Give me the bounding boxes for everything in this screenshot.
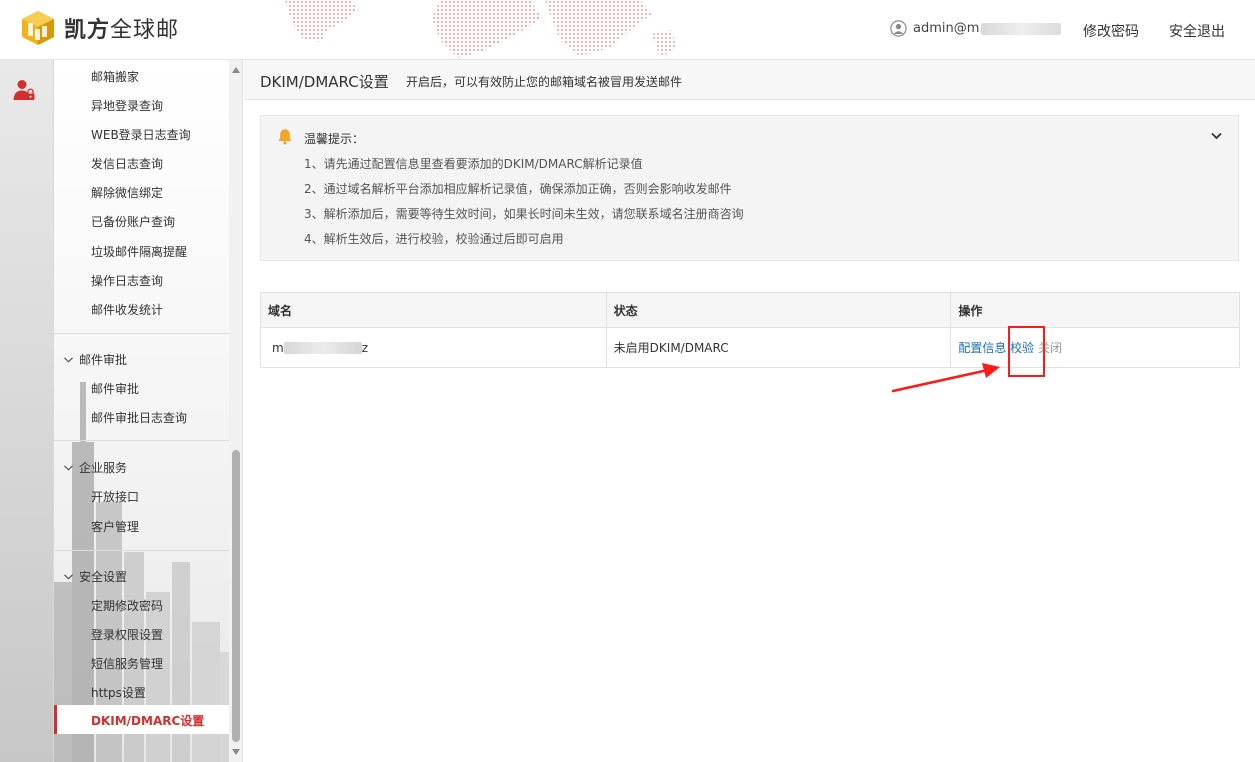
top-header: 凯方全球邮 admin@m 修改密码 安全退出 [0, 0, 1255, 60]
sidebar-item-spam-quarantine[interactable]: 垃圾邮件隔离提醒 [91, 243, 187, 260]
column-header-actions: 操作 [950, 292, 1240, 328]
chevron-down-icon [64, 573, 73, 580]
tip-item: 1、请先通过配置信息里查看要添加的DKIM/DMARC解析记录值 [304, 157, 643, 171]
sidebar-group-mail-approval[interactable]: 邮件审批 [64, 351, 127, 368]
user-avatar-icon [890, 20, 907, 37]
scroll-up-arrow-icon[interactable] [232, 67, 240, 73]
change-password-link[interactable]: 修改密码 [1083, 21, 1139, 41]
sidebar-group-enterprise-services[interactable]: 企业服务 [64, 459, 127, 476]
collapse-chevron-icon[interactable] [1211, 132, 1222, 140]
table-header-row: 域名 状态 操作 [260, 292, 1240, 328]
brand-logo[interactable]: 凯方全球邮 [20, 10, 179, 46]
brand-name-rest: 全球邮 [110, 18, 180, 43]
column-header-status: 状态 [605, 292, 952, 328]
sidebar-item-label: DKIM/DMARC设置 [91, 714, 205, 728]
tip-item: 3、解析添加后，需要等待生效时间，如果长时间未生效，请您联系域名注册商咨询 [304, 207, 744, 221]
scroll-down-arrow-icon[interactable] [232, 749, 240, 755]
sidebar-item-unbind-wechat[interactable]: 解除微信绑定 [91, 184, 163, 201]
user-email: admin@m [913, 21, 980, 36]
current-user[interactable]: admin@m [890, 20, 1062, 37]
tip-item: 2、通过域名解析平台添加相应解析记录值，确保添加正确，否则会影响收发邮件 [304, 182, 732, 196]
domain-end: z [361, 340, 369, 355]
sidebar-scrollbar[interactable] [229, 60, 242, 762]
tips-title: 温馨提示： [304, 132, 365, 146]
sidebar-item-sms-service[interactable]: 短信服务管理 [91, 655, 163, 672]
annotation-arrow-icon [891, 363, 1000, 393]
page-header: DKIM/DMARC设置 开启后，可以有效防止您的邮箱域名被冒用发送邮件 [244, 60, 1255, 100]
user-lock-icon[interactable] [12, 78, 36, 102]
domain-table: 域名 状态 操作 mz 未启用DKIM/DMARC 配置信息 校验 关闭 [260, 292, 1240, 368]
sidebar-item-mail-approval[interactable]: 邮件审批 [91, 380, 139, 397]
tips-panel: 温馨提示： 1、请先通过配置信息里查看要添加的DKIM/DMARC解析记录值 2… [260, 115, 1239, 261]
brand-name: 凯方全球邮 [64, 12, 179, 44]
sidebar-item-dkim-dmarc[interactable]: DKIM/DMARC设置 [54, 705, 229, 734]
sidebar-item-mailbox-migration[interactable]: 邮箱搬家 [91, 68, 139, 85]
sidebar-item-backup-accounts[interactable]: 已备份账户查询 [91, 213, 175, 230]
city-skyline-background [54, 382, 242, 762]
sidebar-divider [54, 440, 229, 441]
sidebar-item-send-log[interactable]: 发信日志查询 [91, 155, 163, 172]
sidebar-group-label: 邮件审批 [79, 353, 128, 367]
logout-link[interactable]: 安全退出 [1169, 21, 1225, 41]
icon-rail [0, 60, 54, 762]
redacted-email [981, 22, 1062, 35]
sidebar-item-mail-stats[interactable]: 邮件收发统计 [91, 301, 163, 318]
tip-item: 4、解析生效后，进行校验，校验通过后即可启用 [304, 232, 564, 246]
sidebar-item-https-settings[interactable]: https设置 [91, 684, 146, 701]
scrollbar-thumb[interactable] [232, 450, 240, 742]
sidebar-item-login-permission[interactable]: 登录权限设置 [91, 626, 163, 643]
chevron-down-icon [64, 464, 73, 471]
page-subtitle: 开启后，可以有效防止您的邮箱域名被冒用发送邮件 [406, 75, 683, 89]
domain-start: m [272, 340, 284, 355]
highlight-annotation-box [1008, 326, 1045, 377]
sidebar-group-label: 企业服务 [79, 461, 128, 475]
table-row: mz 未启用DKIM/DMARC 配置信息 校验 关闭 [260, 327, 1240, 368]
sidebar-item-web-login-log[interactable]: WEB登录日志查询 [91, 126, 191, 143]
sidebar-divider [54, 550, 229, 551]
sidebar-item-periodic-password[interactable]: 定期修改密码 [91, 597, 163, 614]
sidebar-item-operation-log[interactable]: 操作日志查询 [91, 272, 163, 289]
bell-icon [278, 129, 292, 145]
domain-cell: mz [260, 327, 607, 368]
sidebar-item-customer-management[interactable]: 客户管理 [91, 518, 139, 535]
world-map-decoration [285, 0, 676, 58]
main-content: DKIM/DMARC设置 开启后，可以有效防止您的邮箱域名被冒用发送邮件 温馨提… [244, 60, 1255, 762]
chevron-down-icon [64, 356, 73, 363]
config-info-link[interactable]: 配置信息 [958, 341, 1006, 355]
sidebar-nav: 邮箱搬家 异地登录查询 WEB登录日志查询 发信日志查询 解除微信绑定 已备份账… [54, 60, 243, 762]
sidebar-divider [54, 333, 229, 334]
logo-cube-icon [22, 11, 54, 45]
sidebar-item-remote-login-query[interactable]: 异地登录查询 [91, 97, 163, 114]
brand-name-bold: 凯方 [64, 18, 111, 43]
sidebar-group-security-settings[interactable]: 安全设置 [64, 568, 127, 585]
redacted-domain [283, 342, 362, 354]
column-header-domain: 域名 [260, 292, 607, 328]
page-title: DKIM/DMARC设置 [260, 73, 389, 91]
sidebar-group-label: 安全设置 [79, 570, 128, 584]
sidebar-item-approval-log[interactable]: 邮件审批日志查询 [91, 409, 187, 426]
sidebar-item-open-api[interactable]: 开放接口 [91, 488, 139, 505]
